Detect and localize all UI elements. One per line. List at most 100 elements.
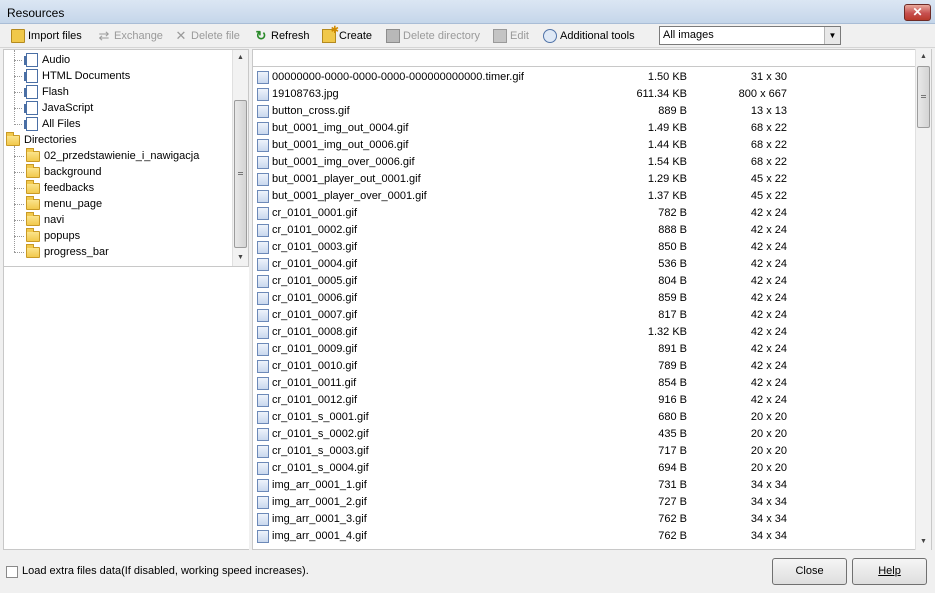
file-list-scroll-thumb[interactable] [917, 66, 930, 128]
tree-item-file-type[interactable]: JavaScript [24, 100, 93, 116]
file-row[interactable]: cr_0101_s_0003.gif 717 B 20 x 20 [253, 443, 915, 460]
image-file-icon [257, 241, 269, 254]
window-close-button[interactable]: ✕ [904, 4, 931, 21]
scroll-up-icon[interactable]: ▲ [233, 50, 248, 66]
tree-scroll-thumb[interactable] [234, 100, 247, 248]
file-size: 1.50 KB [647, 71, 687, 83]
scroll-down-icon[interactable]: ▼ [233, 250, 248, 266]
file-row[interactable]: img_arr_0001_1.gif 731 B 34 x 34 [253, 477, 915, 494]
refresh-button[interactable]: ↻ Refresh [254, 27, 310, 45]
additional-tools-button[interactable]: Additional tools [543, 27, 635, 45]
file-row[interactable]: cr_0101_0011.gif 854 B 42 x 24 [253, 375, 915, 392]
tree-item-directories[interactable]: Directories [6, 131, 77, 148]
file-dimensions: 42 x 24 [750, 258, 787, 270]
image-file-icon [257, 190, 269, 203]
file-row[interactable]: 00000000-0000-0000-0000-000000000000.tim… [253, 69, 915, 86]
file-name: cr_0101_0003.gif [272, 241, 358, 253]
file-row[interactable]: cr_0101_0003.gif 850 B 42 x 24 [253, 239, 915, 256]
file-name: but_0001_img_out_0004.gif [272, 122, 409, 134]
tree-empty-area [3, 267, 249, 550]
file-row[interactable]: 19108763.jpg 611.34 KB 800 x 667 [253, 86, 915, 103]
create-button[interactable]: Create [322, 25, 372, 45]
file-row[interactable]: img_arr_0001_4.gif 762 B 34 x 34 [253, 528, 915, 545]
file-row[interactable]: cr_0101_s_0004.gif 694 B 20 x 20 [253, 460, 915, 477]
file-size: 859 B [658, 292, 687, 304]
tree-item-label: Directories [24, 134, 77, 146]
file-dimensions: 34 x 34 [750, 530, 787, 542]
file-row[interactable]: img_arr_0001_2.gif 727 B 34 x 34 [253, 494, 915, 511]
file-size: 1.37 KB [647, 190, 687, 202]
file-name: but_0001_player_over_0001.gif [272, 190, 427, 202]
folder-icon [26, 195, 40, 210]
file-list-scrollbar[interactable]: ▲ ▼ [915, 49, 931, 550]
folder-tree: Audio HTML Documents Flash JavaScript All Fi… [3, 49, 249, 267]
file-row[interactable]: cr_0101_0007.gif 817 B 42 x 24 [253, 307, 915, 324]
file-row[interactable]: cr_0101_s_0002.gif 435 B 20 x 20 [253, 426, 915, 443]
file-dimensions: 34 x 34 [750, 479, 787, 491]
delete-file-button[interactable]: ✕ Delete file [174, 27, 240, 45]
file-dimensions: 42 x 24 [750, 224, 787, 236]
tree-item-directory[interactable]: menu_page [26, 195, 102, 212]
image-file-icon [257, 173, 269, 186]
tree-item-directory[interactable]: progress_bar [26, 243, 109, 260]
tree-item-directory[interactable]: navi [26, 211, 64, 228]
file-row[interactable]: cr_0101_0012.gif 916 B 42 x 24 [253, 392, 915, 409]
file-size: 1.44 KB [647, 139, 687, 151]
file-row[interactable]: cr_0101_0004.gif 536 B 42 x 24 [253, 256, 915, 273]
image-file-icon [257, 156, 269, 169]
file-row[interactable]: cr_0101_0006.gif 859 B 42 x 24 [253, 290, 915, 307]
file-dimensions: 42 x 24 [750, 343, 787, 355]
help-button[interactable]: Help [852, 558, 927, 585]
file-dimensions: 31 x 30 [750, 71, 787, 83]
file-row[interactable]: but_0001_img_over_0006.gif 1.54 KB 68 x 22 [253, 154, 915, 171]
file-filter-select[interactable]: All images ▼ [659, 26, 841, 45]
file-name: but_0001_img_out_0006.gif [272, 139, 409, 151]
file-row[interactable]: cr_0101_0001.gif 782 B 42 x 24 [253, 205, 915, 222]
image-file-icon [257, 224, 269, 237]
file-row[interactable]: cr_0101_0005.gif 804 B 42 x 24 [253, 273, 915, 290]
file-row[interactable]: cr_0101_0009.gif 891 B 42 x 24 [253, 341, 915, 358]
file-row[interactable]: but_0001_img_out_0006.gif 1.44 KB 68 x 22 [253, 137, 915, 154]
file-row[interactable]: img_arr_0001_3.gif 762 B 34 x 34 [253, 511, 915, 528]
tree-item-file-type[interactable]: Audio [24, 52, 70, 68]
tree-item-directory[interactable]: popups [26, 227, 80, 244]
edit-button[interactable]: Edit [493, 27, 529, 45]
file-row[interactable]: but_0001_img_out_0004.gif 1.49 KB 68 x 22 [253, 120, 915, 137]
file-row[interactable]: cr_0101_0002.gif 888 B 42 x 24 [253, 222, 915, 239]
file-dimensions: 20 x 20 [750, 411, 787, 423]
file-row[interactable]: cr_0101_0008.gif 1.32 KB 42 x 24 [253, 324, 915, 341]
tree-item-directory[interactable]: background [26, 163, 102, 180]
import-files-button[interactable]: Import files [11, 27, 82, 45]
file-row[interactable]: cr_0101_s_0001.gif 680 B 20 x 20 [253, 409, 915, 426]
file-row[interactable]: but_0001_player_out_0001.gif 1.29 KB 45 x … [253, 171, 915, 188]
edit-label: Edit [510, 30, 529, 42]
tree-item-file-type[interactable]: HTML Documents [24, 68, 130, 84]
load-extra-checkbox[interactable] [6, 566, 18, 578]
close-button[interactable]: Close [772, 558, 847, 585]
file-size: 850 B [658, 241, 687, 253]
image-file-icon [257, 105, 269, 118]
scroll-up-icon[interactable]: ▲ [916, 49, 931, 65]
image-file-icon [257, 394, 269, 407]
file-name: img_arr_0001_1.gif [272, 479, 367, 491]
chevron-down-icon[interactable]: ▼ [824, 27, 840, 44]
file-row[interactable]: button_cross.gif 889 B 13 x 13 [253, 103, 915, 120]
tree-item-directory[interactable]: feedbacks [26, 179, 94, 196]
file-dimensions: 34 x 34 [750, 513, 787, 525]
file-row[interactable]: cr_0101_0010.gif 789 B 42 x 24 [253, 358, 915, 375]
image-file-icon [257, 360, 269, 373]
image-file-icon [257, 122, 269, 135]
tree-item-directory[interactable]: 02_przedstawienie_i_nawigacja [26, 147, 199, 164]
delete-directory-button[interactable]: Delete directory [386, 27, 480, 45]
file-row[interactable]: but_0001_player_over_0001.gif 1.37 KB 45 x… [253, 188, 915, 205]
tree-item-file-type[interactable]: All Files [24, 116, 81, 132]
tree-item-file-type[interactable]: Flash [24, 84, 69, 100]
tree-scrollbar[interactable]: ▲ ▼ [232, 50, 248, 266]
exchange-button[interactable]: ⇄ Exchange [97, 27, 163, 45]
image-file-icon [257, 258, 269, 271]
file-list-header [252, 49, 932, 66]
image-file-icon [257, 411, 269, 424]
file-list: 00000000-0000-0000-0000-000000000000.tim… [252, 66, 932, 550]
file-size: 762 B [658, 513, 687, 525]
scroll-down-icon[interactable]: ▼ [916, 534, 931, 550]
